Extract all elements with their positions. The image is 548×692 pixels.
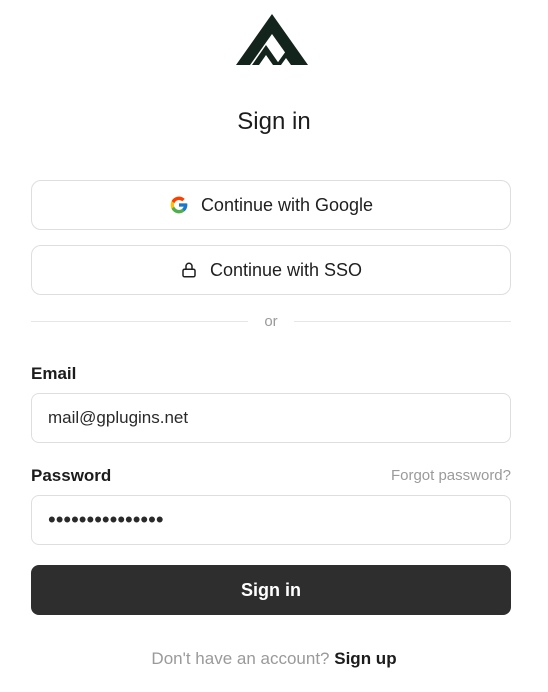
mountain-logo-icon <box>236 14 308 66</box>
email-value: mail@gplugins.net <box>48 408 189 427</box>
sso-button-label: Continue with SSO <box>209 259 363 280</box>
email-label: Email <box>31 364 77 383</box>
sign-in-button-label: Sign in <box>241 579 301 600</box>
google-icon <box>169 195 189 215</box>
sign-up-link[interactable]: Sign up <box>334 649 396 668</box>
password-label: Password <box>31 466 112 485</box>
forgot-password-link[interactable]: Forgot password? <box>391 467 511 484</box>
page-title: Sign in <box>237 108 311 135</box>
signup-prompt-text: Don't have an account? <box>151 649 330 668</box>
continue-with-sso-button[interactable]: Continue with SSO <box>31 245 511 295</box>
or-divider: or <box>31 310 511 332</box>
signup-prompt: Don't have an account? Sign up <box>0 649 548 669</box>
password-value: ••••••••••••••• <box>48 507 164 532</box>
divider-line <box>293 320 511 322</box>
divider-line <box>31 320 249 322</box>
continue-with-google-button[interactable]: Continue with Google <box>31 180 511 230</box>
divider-text: or <box>264 312 278 330</box>
sign-in-button[interactable]: Sign in <box>31 565 511 615</box>
password-field[interactable]: ••••••••••••••• <box>31 495 511 545</box>
email-field[interactable]: mail@gplugins.net <box>31 393 511 443</box>
lock-icon <box>180 261 198 279</box>
google-button-label: Continue with Google <box>200 194 374 215</box>
